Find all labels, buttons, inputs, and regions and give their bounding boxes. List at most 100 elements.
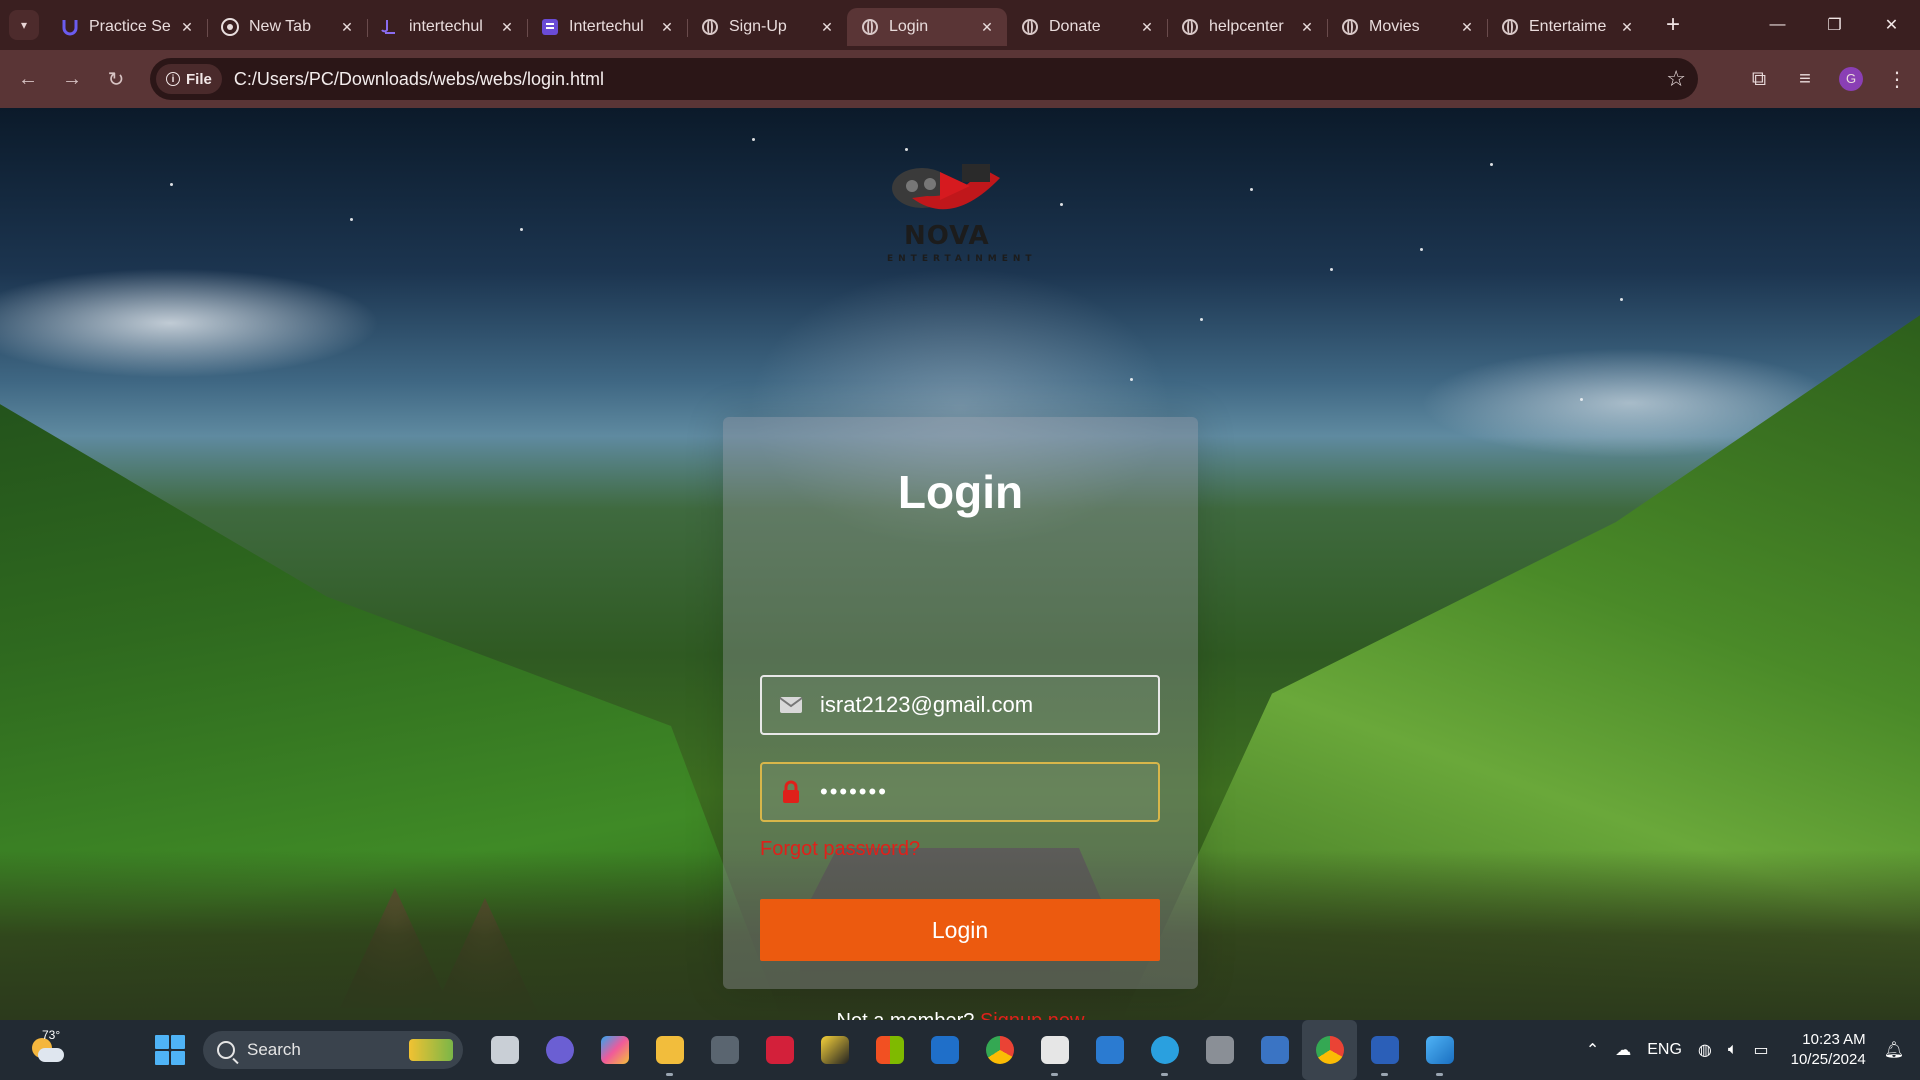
close-icon: ✕ [1884,17,1899,34]
forward-button[interactable]: → [50,59,94,99]
site-info-chip[interactable]: i File [156,64,222,94]
tab-login[interactable]: Login ✕ [847,8,1007,46]
file-explorer-app[interactable] [642,1020,697,1080]
sway-app[interactable] [1082,1020,1137,1080]
reload-icon: ↻ [107,68,125,91]
chrome-taskbar-app[interactable] [972,1020,1027,1080]
cloud-icon [38,1048,64,1062]
cloud-offline-icon[interactable]: ☁ [1607,1040,1639,1060]
email-input[interactable] [820,692,1140,718]
chevron-up-icon[interactable]: ⌃ [1578,1040,1607,1060]
notification-bell-icon[interactable]: 🔔︎ [1876,1040,1920,1060]
envelope-icon [762,696,820,714]
close-icon[interactable]: ✕ [817,19,837,36]
globe-icon [861,18,879,36]
globe-icon [1341,18,1359,36]
back-button[interactable]: ← [6,59,50,99]
close-icon[interactable]: ✕ [1297,19,1317,36]
close-icon[interactable]: ✕ [1457,19,1477,36]
copilot-icon [600,1036,629,1064]
lock-icon [762,780,820,804]
jetbrains-app[interactable] [807,1020,862,1080]
battery-icon[interactable]: ▭ [1745,1040,1776,1060]
profile-avatar[interactable]: G [1839,67,1863,91]
clock-time: 10:23 AM [1802,1031,1866,1048]
tab-strip: ▾ Practice Se ✕ New Tab ✕ intertechul ✕ … [0,0,1920,50]
login-button[interactable]: Login [760,899,1160,961]
arrow-left-icon: ← [18,67,38,90]
tab-practice[interactable]: Practice Se ✕ [47,8,207,46]
password-input[interactable] [820,779,1140,805]
password-field[interactable] [760,762,1160,822]
plus-icon: + [1665,11,1680,38]
reload-button[interactable]: ↻ [94,59,138,99]
login-page: NOVA ENTERTAINMENT Login Forgot password… [0,108,1920,1020]
microsoft-store-icon [875,1036,904,1064]
bookmark-star-icon[interactable]: ☆ [1666,66,1686,92]
search-icon [217,1041,235,1059]
calculator-icon [710,1036,739,1064]
signup-link[interactable]: Signup now [980,1010,1085,1020]
media-control-icon[interactable]: ≡ [1782,68,1828,91]
minimize-button[interactable]: — [1749,0,1806,50]
database-app[interactable] [1192,1020,1247,1080]
close-icon[interactable]: ✕ [1617,19,1637,36]
snipping-app[interactable] [1027,1020,1082,1080]
folder-icon [655,1036,684,1064]
language-indicator[interactable]: ENG [1639,1041,1690,1059]
tab-movies[interactable]: Movies ✕ [1327,8,1487,46]
video-chat-icon [545,1036,574,1064]
new-tab-button[interactable]: + [1655,7,1691,43]
mail-icon [930,1036,959,1064]
telegram-app[interactable] [1137,1020,1192,1080]
url-text[interactable]: C:/Users/PC/Downloads/webs/webs/login.ht… [234,69,604,90]
visual-studio-app[interactable] [1247,1020,1302,1080]
chrome-icon [1315,1036,1344,1064]
network-icon[interactable]: ◍ [1690,1040,1720,1060]
taskbar-search[interactable]: Search [203,1031,463,1069]
weather-widget[interactable]: 73° [28,1028,68,1070]
clock[interactable]: 10:23 AM 10/25/2024 [1777,1030,1876,1070]
close-icon[interactable]: ✕ [337,19,357,36]
tab-title: Practice Se [89,18,171,35]
restore-button[interactable]: ❐ [1806,0,1863,50]
email-field[interactable] [760,675,1160,735]
minimize-icon: — [1769,16,1786,33]
close-icon[interactable]: ✕ [497,19,517,36]
teams-app[interactable] [532,1020,587,1080]
calculator-app[interactable] [697,1020,752,1080]
extensions-icon[interactable]: ⧉ [1736,68,1782,91]
tab-sign-up[interactable]: Sign-Up ✕ [687,8,847,46]
member-prompt-text: Not a member? [837,1010,975,1020]
tab-search-button[interactable]: ▾ [9,10,39,40]
address-bar[interactable]: i File C:/Users/PC/Downloads/webs/webs/l… [150,58,1698,100]
windows-start-icon[interactable] [155,1035,185,1065]
tab-intertechul[interactable]: intertechul ✕ [367,8,527,46]
chrome-icon [221,18,239,36]
tab-new-tab[interactable]: New Tab ✕ [207,8,367,46]
globe-icon [1501,18,1519,36]
chrome-active-app[interactable] [1302,1020,1357,1080]
outlook-app[interactable] [917,1020,972,1080]
close-window-button[interactable]: ✕ [1863,0,1920,50]
tab-helpcenter[interactable]: helpcenter ✕ [1167,8,1327,46]
visual-studio-icon [1260,1036,1289,1064]
volume-icon[interactable]: 🔈︎ [1720,1041,1746,1059]
tab-intertechul-doc[interactable]: Intertechul ✕ [527,8,687,46]
forgot-password-link[interactable]: Forgot password? [760,838,920,861]
copilot-app[interactable] [587,1020,642,1080]
word-app[interactable] [1357,1020,1412,1080]
tab-entertainment[interactable]: Entertaime ✕ [1487,8,1647,46]
system-tray: ⌃ ☁ ENG ◍ 🔈︎ ▭ 10:23 AM 10/25/2024 🔔︎ [1578,1020,1920,1080]
store-app[interactable] [862,1020,917,1080]
autocad-app[interactable] [752,1020,807,1080]
close-icon[interactable]: ✕ [977,19,997,36]
site-chip-label: File [186,70,212,88]
task-view-app[interactable] [477,1020,532,1080]
tab-donate[interactable]: Donate ✕ [1007,8,1167,46]
menu-kebab-icon[interactable]: ⋮ [1874,67,1920,92]
photos-app[interactable] [1412,1020,1467,1080]
close-icon[interactable]: ✕ [177,19,197,36]
close-icon[interactable]: ✕ [1137,19,1157,36]
close-icon[interactable]: ✕ [657,19,677,36]
